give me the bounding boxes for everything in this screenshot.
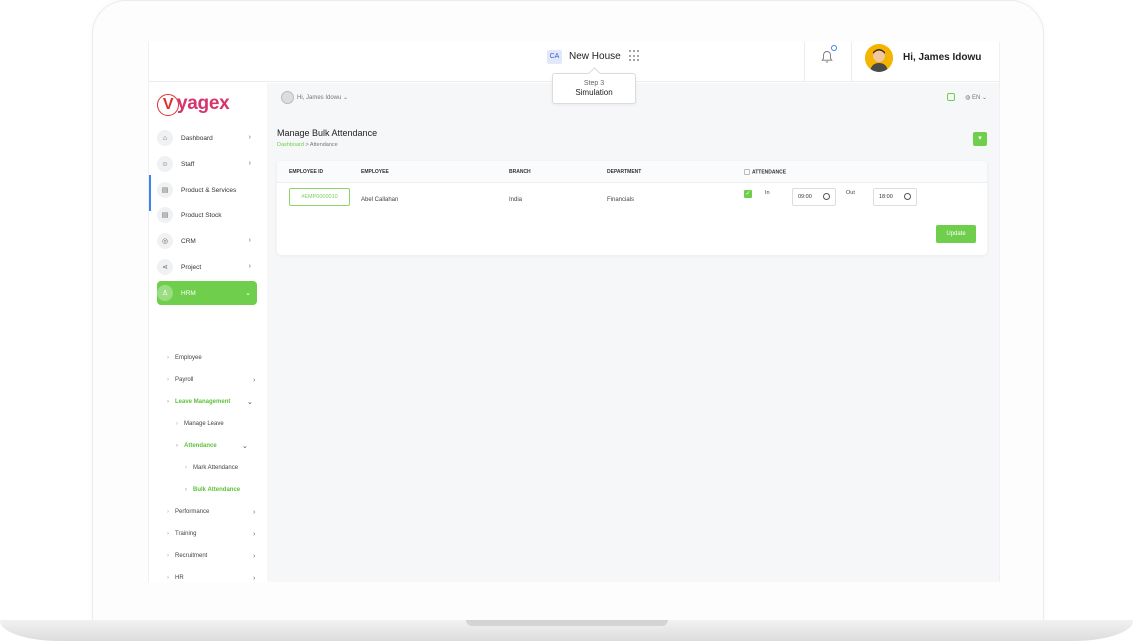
select-all-checkbox[interactable] <box>744 169 750 175</box>
col-employee-id: EMPLOYEE ID <box>289 169 324 175</box>
attendance-table-card: EMPLOYEE ID EMPLOYEE BRANCH DEPARTMENT A… <box>277 161 987 255</box>
share-icon: ⋖ <box>157 259 173 275</box>
page-title: Manage Bulk Attendance <box>277 128 378 138</box>
in-label: In <box>765 190 770 196</box>
active-indicator <box>149 175 151 211</box>
update-button[interactable]: Update <box>936 225 976 243</box>
step-tooltip: Step 3 Simulation <box>552 73 636 104</box>
sub-item-employee[interactable]: › Employee <box>167 355 202 361</box>
sidebar-item-product-stock[interactable]: ▤ Product Stock <box>157 203 257 227</box>
chevron-right-icon: › <box>253 574 256 582</box>
workspace-badge[interactable]: CA <box>547 50 562 64</box>
tooltip-step: Step 3 <box>583 80 605 87</box>
col-department: DEPARTMENT <box>607 169 642 175</box>
chevron-right-icon: › <box>253 552 256 560</box>
col-attendance[interactable]: ATTENDANCE <box>744 169 786 175</box>
sub-item-hr[interactable]: › HR › <box>167 575 255 582</box>
col-employee: EMPLOYEE <box>361 169 389 175</box>
table-header: EMPLOYEE ID EMPLOYEE BRANCH DEPARTMENT A… <box>277 161 987 183</box>
chevron-down-icon: ⌄ <box>245 290 251 297</box>
employee-name: Abel Callahan <box>361 197 399 203</box>
chevron-right-icon: › <box>253 376 256 384</box>
employee-id-badge[interactable]: #EMP0000010 <box>289 188 350 206</box>
sub-item-attendance[interactable]: › Attendance ⌄ <box>176 443 248 450</box>
users-icon: ☺ <box>157 156 173 172</box>
branch-cell: India <box>509 197 523 203</box>
notification-dot <box>831 45 837 51</box>
breadcrumb-dashboard[interactable]: Dashboard <box>277 142 304 148</box>
apps-grid-icon[interactable] <box>629 50 641 62</box>
sidebar-item-crm[interactable]: ◎ CRM › <box>157 229 257 253</box>
chevron-down-icon: ⌄ <box>242 443 248 450</box>
chevron-right-icon: › <box>248 237 251 244</box>
clock-icon <box>904 193 911 200</box>
box-icon: ▤ <box>157 207 173 223</box>
out-label: Out <box>846 190 855 196</box>
user-greeting[interactable]: Hi, James Idowu <box>903 52 981 63</box>
chevron-right-icon: › <box>253 508 256 516</box>
app-screen: CA New House Hi, James Idowu Step 3 Simu… <box>148 42 1000 582</box>
breadcrumb-attendance: Attendance <box>309 142 338 148</box>
in-time-input[interactable]: 09:00 <box>792 188 836 206</box>
sidebar: Vyagex ⌂ Dashboard › ☺ Staff › ▤ Product & Se… <box>149 83 267 582</box>
chevron-right-icon: › <box>248 134 251 141</box>
user-chip[interactable]: Hi, James Idowu ⌄ <box>281 91 348 104</box>
avatar[interactable] <box>865 44 893 72</box>
sidebar-item-staff[interactable]: ☺ Staff › <box>157 152 257 176</box>
bell-icon[interactable] <box>821 50 833 64</box>
attendance-checkbox[interactable]: ✓ <box>744 190 752 198</box>
chat-icon[interactable] <box>947 93 956 101</box>
chevron-down-icon: ⌄ <box>247 399 253 406</box>
divider <box>851 42 852 82</box>
sub-item-recruitment[interactable]: › Recruitment › <box>167 553 255 560</box>
home-icon: ⌂ <box>157 130 173 146</box>
sidebar-item-hrm[interactable]: ♙ HRM ⌄ <box>157 281 257 305</box>
sub-item-training[interactable]: › Training › <box>167 531 255 538</box>
content-top-actions: ◍ EN ⌄ <box>947 93 987 101</box>
chevron-right-icon: › <box>248 160 251 167</box>
target-icon: ◎ <box>157 233 173 249</box>
sidebar-item-dashboard[interactable]: ⌂ Dashboard › <box>157 126 257 150</box>
user-icon: ♙ <box>157 285 173 301</box>
sidebar-item-project[interactable]: ⋖ Project › <box>157 255 257 279</box>
sidebar-item-product-services[interactable]: ▤ Product & Services <box>157 178 257 202</box>
avatar <box>281 91 294 104</box>
divider <box>804 42 805 82</box>
tooltip-label: Simulation <box>575 88 613 97</box>
chevron-right-icon: › <box>253 530 256 538</box>
logo[interactable]: Vyagex <box>157 93 230 116</box>
out-time-input[interactable]: 18:00 <box>873 188 917 206</box>
workspace-name[interactable]: New House <box>569 51 621 62</box>
breadcrumb-separator: > <box>305 142 309 148</box>
globe-icon: ◍ <box>965 94 971 101</box>
chevron-right-icon: › <box>248 263 251 270</box>
col-branch: BRANCH <box>509 169 531 175</box>
clock-icon <box>823 193 830 200</box>
sub-item-bulk-attendance[interactable]: › Bulk Attendance <box>185 487 240 493</box>
filter-icon: ▾ <box>978 135 982 142</box>
sub-item-manage-leave[interactable]: › Manage Leave <box>176 421 224 427</box>
box-icon: ▤ <box>157 182 173 198</box>
app-area: Vyagex ⌂ Dashboard › ☺ Staff › ▤ Product & Se… <box>149 83 999 582</box>
main-content: Hi, James Idowu ⌄ ◍ EN ⌄ Manage Bulk Att… <box>267 83 999 582</box>
sub-item-performance[interactable]: › Performance › <box>167 509 255 516</box>
sub-item-mark-attendance[interactable]: › Mark Attendance <box>185 465 238 471</box>
filter-button[interactable]: ▾ <box>973 132 987 146</box>
chevron-down-icon: ⌄ <box>343 95 349 101</box>
breadcrumb: Dashboard > Attendance <box>277 142 338 148</box>
sub-item-leave-management[interactable]: › Leave Management ⌄ <box>167 399 253 406</box>
language-selector[interactable]: ◍ EN ⌄ <box>965 94 987 101</box>
department-cell: Financials <box>607 197 635 203</box>
sub-item-payroll[interactable]: › Payroll › <box>167 377 255 384</box>
laptop-notch <box>466 620 668 626</box>
